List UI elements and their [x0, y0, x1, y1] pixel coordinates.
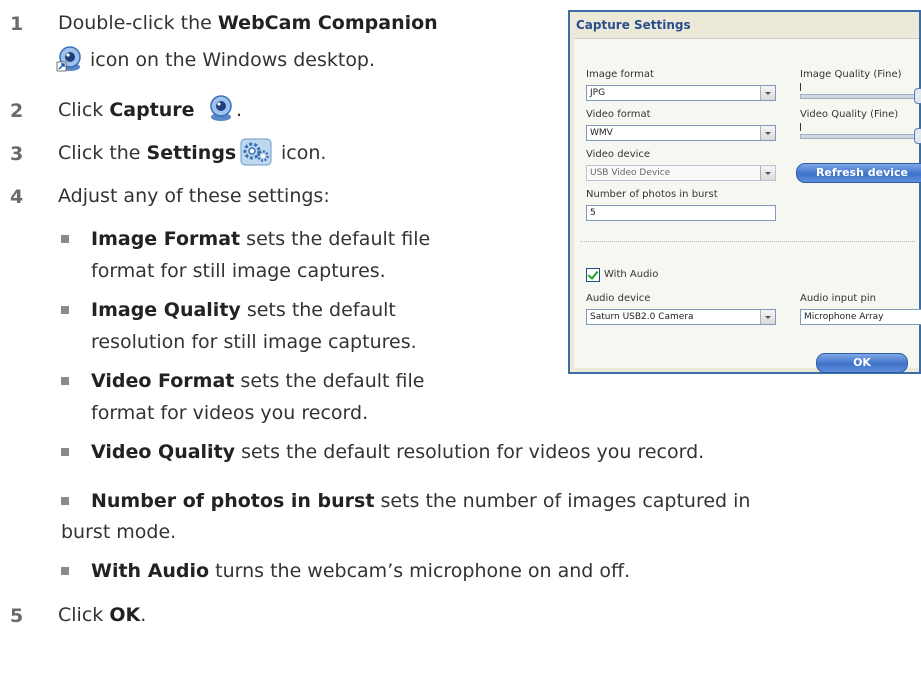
settings-gear-icon — [240, 138, 272, 171]
burst-label: Number of photos in burst — [586, 189, 718, 200]
bullet-image-quality: Image Quality sets the default — [91, 297, 396, 323]
bullet-video-format: Video Format sets the default file — [91, 368, 424, 394]
bullet-image-quality-line2: resolution for still image captures. — [91, 331, 417, 353]
step-3-bold: Settings — [146, 142, 237, 164]
step-2-lead: Click — [58, 99, 110, 121]
separator — [580, 241, 915, 242]
step-5-text: Click OK. — [58, 602, 146, 628]
dialog-panel: Image format JPG Video format WMV Video … — [574, 38, 921, 373]
dialog-title: Capture Settings — [570, 12, 919, 36]
bullet-with-audio: With Audio turns the webcam’s microphone… — [91, 558, 630, 584]
video-quality-label: Video Quality (Fine) — [800, 109, 899, 120]
webcam-companion-icon — [56, 45, 84, 78]
image-quality-label: Image Quality (Fine) — [800, 69, 902, 80]
chevron-down-icon[interactable] — [760, 126, 775, 140]
step-5-lead: Click — [58, 604, 110, 626]
step-3-text: Click the Settings — [58, 140, 236, 166]
step-1-lead: Double-click the — [58, 12, 218, 34]
step-5-number: 5 — [10, 605, 24, 627]
capture-webcam-icon — [207, 94, 235, 127]
video-device-value: USB Video Device — [590, 168, 671, 178]
bullet-video-quality: Video Quality sets the default resolutio… — [91, 439, 704, 465]
bullet-desc: turns the webcam’s microphone on and off… — [209, 560, 631, 582]
video-device-label: Video device — [586, 149, 651, 160]
slider-tick — [800, 123, 801, 131]
step-1-text: Double-click the WebCam Companion — [58, 10, 438, 36]
bullet-term: Video Format — [91, 370, 235, 392]
step-4-number: 4 — [10, 186, 24, 208]
image-quality-slider-thumb[interactable] — [914, 88, 921, 104]
slider-tick — [800, 83, 801, 91]
bullet-term: Video Quality — [91, 441, 236, 463]
bullet-desc: sets the number of images captured in — [374, 490, 751, 512]
step-3-lead: Click the — [58, 142, 147, 164]
refresh-device-button[interactable]: Refresh device — [796, 163, 921, 183]
step-3-trailing: icon. — [281, 142, 327, 164]
capture-settings-dialog: Capture Settings Image format JPG Video … — [568, 10, 921, 374]
step-1-number: 1 — [10, 13, 24, 35]
step-3-number: 3 — [10, 143, 24, 165]
bullet-marker — [61, 497, 69, 505]
bullet-term: Number of photos in burst — [91, 490, 375, 512]
audio-pin-select[interactable]: Microphone Array — [800, 309, 921, 325]
step-2-bold: Capture — [109, 99, 195, 121]
video-quality-slider[interactable] — [800, 134, 921, 139]
bullet-desc: sets the default file — [234, 370, 425, 392]
bullet-desc: sets the default resolution for videos y… — [235, 441, 705, 463]
chevron-down-icon[interactable] — [760, 310, 775, 324]
chevron-down-icon[interactable] — [760, 166, 775, 180]
with-audio-label: With Audio — [604, 269, 659, 280]
bullet-marker — [61, 377, 69, 385]
bullet-marker — [61, 567, 69, 575]
audio-device-select[interactable]: Saturn USB2.0 Camera — [586, 309, 776, 325]
audio-pin-label: Audio input pin — [800, 293, 876, 304]
step-5-bold: OK — [109, 604, 141, 626]
video-format-label: Video format — [586, 109, 651, 120]
video-format-select[interactable]: WMV — [586, 125, 776, 141]
bullet-marker — [61, 306, 69, 314]
video-device-select[interactable]: USB Video Device — [586, 165, 776, 181]
step-2-text: Click Capture — [58, 97, 195, 123]
image-format-label: Image format — [586, 69, 654, 80]
chevron-down-icon[interactable] — [760, 86, 775, 100]
video-quality-slider-thumb[interactable] — [914, 128, 921, 144]
audio-device-label: Audio device — [586, 293, 651, 304]
bullet-image-format: Image Format sets the default file — [91, 226, 430, 252]
step-2-period: . — [236, 99, 243, 121]
bullet-desc: sets the default file — [240, 228, 431, 250]
burst-count-input[interactable]: 5 — [586, 205, 776, 221]
bullet-video-format-line2: format for videos you record. — [91, 402, 369, 424]
bullet-image-format-line2: format for still image captures. — [91, 260, 386, 282]
image-format-select[interactable]: JPG — [586, 85, 776, 101]
bullet-burst-line2: burst mode. — [61, 521, 177, 543]
image-format-value: JPG — [590, 88, 606, 98]
with-audio-checkbox[interactable] — [586, 268, 600, 282]
step-4-text: Adjust any of these settings: — [58, 185, 330, 207]
audio-device-value: Saturn USB2.0 Camera — [590, 312, 694, 322]
step-2-number: 2 — [10, 100, 24, 122]
bullet-term: With Audio — [91, 560, 210, 582]
image-quality-slider[interactable] — [800, 94, 921, 99]
ok-button[interactable]: OK — [816, 353, 908, 373]
step-1-line2: icon on the Windows desktop. — [90, 49, 376, 71]
bullet-marker — [61, 235, 69, 243]
video-format-value: WMV — [590, 128, 613, 138]
bullet-desc: sets the default — [240, 299, 396, 321]
bullet-burst: Number of photos in burst sets the numbe… — [91, 488, 750, 514]
step-5-period: . — [140, 604, 147, 626]
bullet-term: Image Format — [91, 228, 241, 250]
bullet-term: Image Quality — [91, 299, 241, 321]
bullet-marker — [61, 448, 69, 456]
step-1-bold: WebCam Companion — [217, 12, 438, 34]
